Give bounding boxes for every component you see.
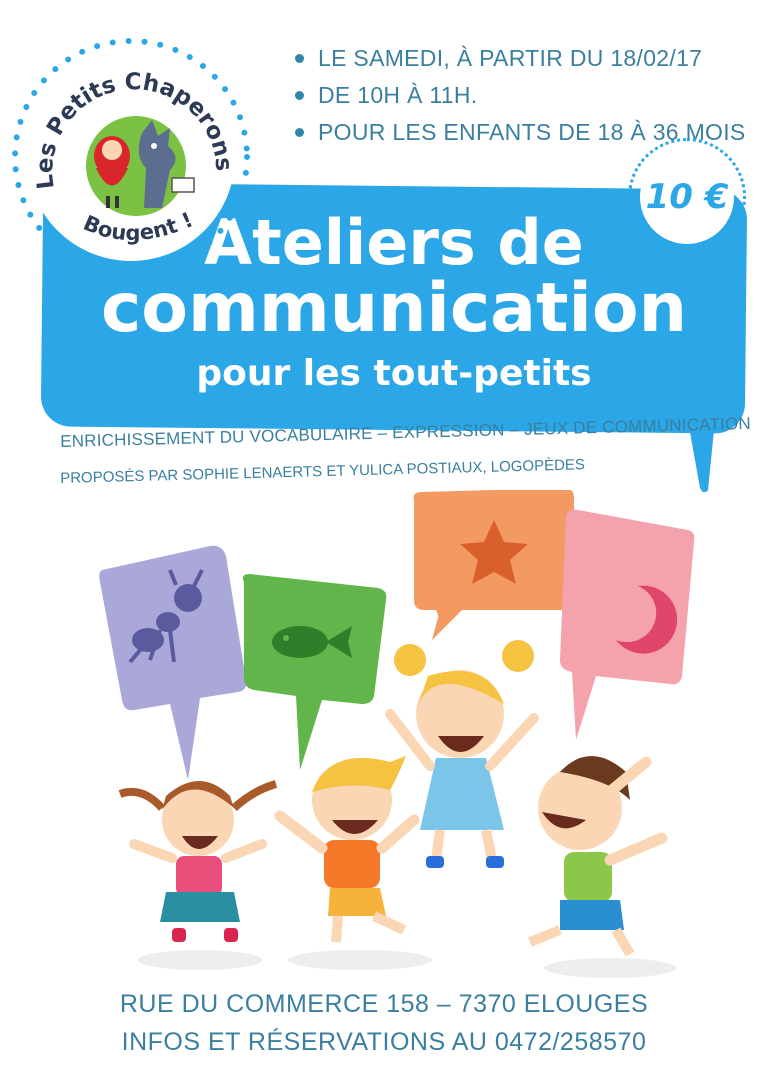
info-item-date: LE SAMEDI, À PARTIR DU 18/02/17 [295, 40, 746, 77]
fish-bubble [242, 574, 387, 770]
contact-line: INFOS ET RÉSERVATIONS AU 0472/258570 [121, 1028, 647, 1056]
presenters-line: PROPOSÉS PAR SOPHIE LENAERTS ET YULICA P… [60, 456, 586, 487]
moon-bubble [560, 509, 695, 740]
boy-middle-figure [274, 756, 432, 970]
bullet-icon [295, 91, 304, 100]
info-item-time: DE 10H À 11H. [295, 77, 746, 114]
bullet-icon [295, 54, 304, 63]
girl-center-figure [385, 640, 539, 868]
bullet-icon [295, 128, 304, 137]
address-line: RUE DU COMMERCE 158 – 7370 ELOUGES [119, 990, 649, 1018]
ant-bubble [99, 545, 247, 780]
star-bubble [413, 490, 576, 640]
title-line-2: communication [100, 269, 687, 348]
price-badge: 10 € [640, 150, 734, 244]
boy-right-figure [528, 756, 676, 978]
title-line-3: pour les tout-petits [196, 353, 592, 394]
logo: Les Petits Chaperons Bougent ! [12, 38, 250, 276]
children-illustration [99, 490, 695, 978]
info-list: LE SAMEDI, À PARTIR DU 18/02/17 DE 10H À… [295, 40, 746, 151]
girl-left-figure [118, 780, 278, 970]
